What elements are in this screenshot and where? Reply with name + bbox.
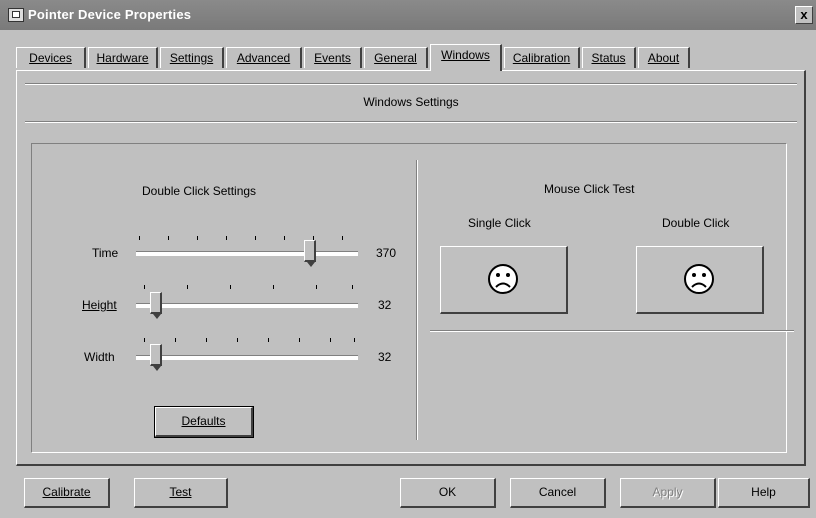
height-value: 32 xyxy=(378,298,392,312)
slider-thumb[interactable] xyxy=(150,344,162,371)
tab-hardware[interactable]: Hardware xyxy=(88,47,158,68)
tab-label: Hardware xyxy=(96,51,149,65)
tab-events[interactable]: Events xyxy=(304,47,362,68)
tab-label: General xyxy=(374,51,417,65)
tab-label: Advanced xyxy=(236,51,291,65)
slider-tick xyxy=(168,236,169,240)
slider-tick xyxy=(230,285,231,289)
tab-strip: Devices Hardware Settings Advanced Event… xyxy=(16,44,806,71)
group-divider xyxy=(416,160,418,440)
tab-devices[interactable]: Devices xyxy=(16,47,86,68)
slider-tick xyxy=(187,285,188,289)
test-button[interactable]: Test xyxy=(134,478,228,508)
width-value: 32 xyxy=(378,350,392,364)
frown-face-icon xyxy=(683,263,714,294)
double-click-test-button[interactable] xyxy=(636,246,764,314)
window-title: Pointer Device Properties xyxy=(28,7,192,22)
slider-tick xyxy=(144,338,145,342)
double-click-label: Double Click xyxy=(662,216,730,230)
calibrate-button[interactable]: Calibrate xyxy=(24,478,110,508)
slider-tick xyxy=(139,236,140,240)
tab-label: Devices xyxy=(29,51,72,65)
title-bar: Pointer Device Properties x xyxy=(0,0,816,30)
apply-button[interactable]: Apply xyxy=(620,478,716,508)
slider-thumb[interactable] xyxy=(304,240,316,267)
tab-settings[interactable]: Settings xyxy=(160,47,224,68)
slider-tick xyxy=(316,285,317,289)
tab-windows[interactable]: Windows xyxy=(430,44,502,71)
windows-settings-panel: Windows Settings Double Click Settings T… xyxy=(16,70,806,466)
single-click-label: Single Click xyxy=(468,216,531,230)
mouse-click-test-title: Mouse Click Test xyxy=(544,182,635,196)
slider-tick xyxy=(330,338,331,342)
separator xyxy=(25,121,797,123)
tab-about[interactable]: About xyxy=(638,47,690,68)
settings-group: Double Click Settings Time 370 Height 32… xyxy=(31,143,794,453)
slider-tick xyxy=(354,338,355,342)
defaults-button[interactable]: Defaults xyxy=(155,407,253,437)
slider-tick xyxy=(299,338,300,342)
height-label: Height xyxy=(82,298,117,312)
pointer-app-icon xyxy=(8,8,24,22)
tab-label: Events xyxy=(314,51,351,65)
slider-tick xyxy=(237,338,238,342)
tab-status[interactable]: Status xyxy=(582,47,636,68)
slider-thumb[interactable] xyxy=(150,292,162,319)
tab-label: Windows xyxy=(441,48,490,62)
slider-tick xyxy=(284,236,285,240)
time-value: 370 xyxy=(376,246,397,260)
slider-track xyxy=(136,355,358,360)
slider-track xyxy=(136,251,358,256)
double-click-settings-title: Double Click Settings xyxy=(142,184,257,198)
single-click-test-button[interactable] xyxy=(440,246,568,314)
frown-face-icon xyxy=(487,263,518,294)
cancel-button[interactable]: Cancel xyxy=(510,478,606,508)
slider-tick xyxy=(352,285,353,289)
slider-tick xyxy=(144,285,145,289)
slider-tick xyxy=(226,236,227,240)
tab-label: Status xyxy=(591,51,626,65)
width-label: Width xyxy=(84,350,115,364)
slider-tick xyxy=(342,236,343,240)
slider-tick xyxy=(175,338,176,342)
panel-header: Windows Settings xyxy=(363,95,459,109)
help-button[interactable]: Help xyxy=(718,478,810,508)
close-button[interactable]: x xyxy=(795,6,813,24)
time-label: Time xyxy=(92,246,119,260)
defaults-button-frame: Defaults xyxy=(154,406,254,438)
slider-tick xyxy=(197,236,198,240)
slider-track xyxy=(136,303,358,308)
separator xyxy=(25,83,797,85)
slider-tick xyxy=(273,285,274,289)
slider-tick xyxy=(268,338,269,342)
slider-tick xyxy=(206,338,207,342)
tab-label: Settings xyxy=(169,51,214,65)
tab-label: About xyxy=(647,51,680,65)
separator xyxy=(430,330,794,332)
slider-tick xyxy=(255,236,256,240)
ok-button[interactable]: OK xyxy=(400,478,496,508)
tab-calibration[interactable]: Calibration xyxy=(504,47,580,68)
tab-general[interactable]: General xyxy=(364,47,428,68)
tab-advanced[interactable]: Advanced xyxy=(226,47,302,68)
tab-label: Calibration xyxy=(512,51,571,65)
